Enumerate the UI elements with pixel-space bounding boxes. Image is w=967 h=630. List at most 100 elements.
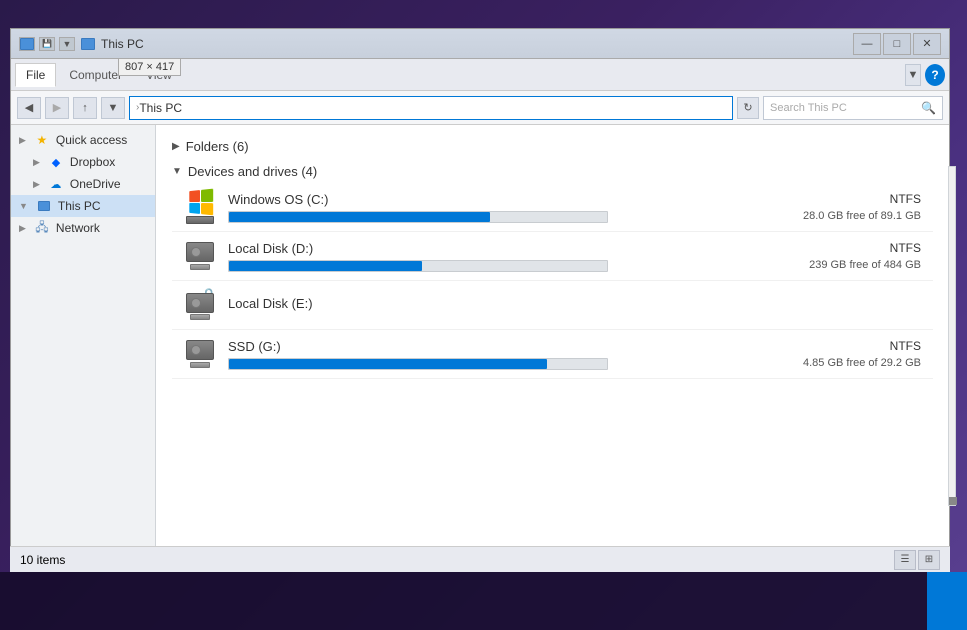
drive-e-name: Local Disk (E:): [228, 296, 749, 311]
search-placeholder: Search This PC: [770, 102, 847, 114]
titlebar-controls: — □ ✕: [853, 33, 941, 55]
drive-g-name: SSD (G:): [228, 339, 749, 354]
drive-e[interactable]: 🔒 Local Disk (E:): [172, 281, 933, 330]
address-bar: ◀ ▶ ↑ ▼ › This PC ↻ Search This PC 🔍: [11, 91, 949, 125]
computer-tab-label: Computer: [69, 68, 122, 82]
drive-d-fill: [229, 261, 422, 271]
dropbox-chevron: ▶: [33, 157, 40, 168]
drive-g-info: SSD (G:): [228, 339, 749, 370]
view-controls: ☰ ⊞: [894, 550, 940, 570]
drive-c-info: Windows OS (C:): [228, 192, 749, 223]
drive-d-details: NTFS 239 GB free of 484 GB: [761, 241, 921, 271]
back-button[interactable]: ◀: [17, 97, 41, 119]
drive-d-progress: [228, 260, 608, 272]
folders-section-header[interactable]: ▶ Folders (6): [172, 133, 933, 158]
drive-g-fill: [229, 359, 547, 369]
tooltip-text: 807 × 417: [125, 61, 174, 73]
main-area: ▶ ★ Quick access ▶ ◆ Dropbox ▶ ☁ OneDriv…: [11, 125, 949, 567]
scrollbar-thumb[interactable]: [949, 497, 957, 505]
network-chevron: ▶: [19, 223, 26, 234]
vertical-scrollbar[interactable]: [948, 166, 956, 506]
sidebar: ▶ ★ Quick access ▶ ◆ Dropbox ▶ ☁ OneDriv…: [11, 125, 156, 567]
address-input[interactable]: › This PC: [129, 96, 733, 120]
pc-icon: [81, 38, 95, 50]
local-disk-e-icon: 🔒: [184, 289, 216, 321]
ribbon-dropdown-btn[interactable]: ▼: [905, 64, 921, 86]
onedrive-icon: ☁: [48, 177, 64, 191]
windows-logo-icon: [189, 189, 213, 216]
drive-d-fs: NTFS: [761, 241, 921, 255]
drive-d[interactable]: Local Disk (D:) NTFS 239 GB free of 484 …: [172, 232, 933, 281]
save-titlebar-icon: 💾: [39, 37, 55, 51]
file-tab-label: File: [26, 68, 45, 82]
minimize-button[interactable]: —: [853, 33, 881, 55]
titlebar: 💾 ▼ This PC — □ ✕: [11, 29, 949, 59]
onedrive-label: OneDrive: [70, 177, 121, 191]
close-button[interactable]: ✕: [913, 33, 941, 55]
quick-access-chevron: ▶: [19, 135, 26, 146]
recent-locations-button[interactable]: ▼: [101, 97, 125, 119]
network-label: Network: [56, 221, 100, 235]
refresh-button[interactable]: ↻: [737, 97, 759, 119]
this-pc-chevron: ▼: [19, 201, 28, 211]
details-view-button[interactable]: ☰: [894, 550, 916, 570]
help-btn[interactable]: ?: [925, 64, 945, 86]
items-count: 10 items: [20, 553, 65, 567]
drive-c[interactable]: Windows OS (C:) NTFS 28.0 GB free of 89.…: [172, 183, 933, 232]
local-disk-d-icon: [184, 240, 216, 272]
drive-c-name: Windows OS (C:): [228, 192, 749, 207]
drive-c-progress: [228, 211, 608, 223]
sidebar-item-quick-access[interactable]: ▶ ★ Quick access: [11, 129, 155, 151]
drive-e-info: Local Disk (E:): [228, 296, 749, 315]
size-tooltip: 807 × 417: [118, 58, 181, 76]
up-button[interactable]: ↑: [73, 97, 97, 119]
drives-chevron-icon: ▼: [172, 166, 182, 177]
this-pc-label: This PC: [58, 199, 101, 213]
content-panel: ▶ Folders (6) ▼ Devices and drives (4): [156, 125, 949, 567]
taskbar: [0, 572, 967, 630]
large-icons-view-button[interactable]: ⊞: [918, 550, 940, 570]
forward-button[interactable]: ▶: [45, 97, 69, 119]
ssd-g-icon: [184, 338, 216, 370]
drive-g-fs: NTFS: [761, 339, 921, 353]
sidebar-item-dropbox[interactable]: ▶ ◆ Dropbox: [11, 151, 155, 173]
this-pc-icon: [36, 199, 52, 213]
sidebar-item-onedrive[interactable]: ▶ ☁ OneDrive: [11, 173, 155, 195]
drive-c-details: NTFS 28.0 GB free of 89.1 GB: [761, 192, 921, 222]
star-icon: ★: [34, 133, 50, 147]
drive-d-space: 239 GB free of 484 GB: [761, 259, 921, 271]
titlebar-title: This PC: [81, 37, 853, 51]
network-icon: 🖧: [34, 221, 50, 235]
explorer-window: 💾 ▼ This PC — □ ✕ File Computer View ▼ ?…: [10, 28, 950, 568]
folders-chevron-icon: ▶: [172, 141, 180, 152]
drive-g-space: 4.85 GB free of 29.2 GB: [761, 357, 921, 369]
quick-access-label: Quick access: [56, 133, 127, 147]
search-icon: 🔍: [921, 101, 936, 115]
drive-g-details: NTFS 4.85 GB free of 29.2 GB: [761, 339, 921, 369]
extra-titlebar-icon: ▼: [59, 37, 75, 51]
onedrive-chevron: ▶: [33, 179, 40, 190]
drive-g[interactable]: SSD (G:) NTFS 4.85 GB free of 29.2 GB: [172, 330, 933, 379]
drives-list: Windows OS (C:) NTFS 28.0 GB free of 89.…: [172, 183, 933, 379]
tab-file[interactable]: File: [15, 63, 56, 87]
sidebar-item-network[interactable]: ▶ 🖧 Network: [11, 217, 155, 239]
dropbox-label: Dropbox: [70, 155, 115, 169]
dropbox-icon: ◆: [48, 155, 64, 169]
drives-section-label: Devices and drives (4): [188, 164, 317, 179]
address-path-text: This PC: [139, 101, 182, 115]
windows-os-icon: [184, 191, 216, 223]
drive-d-name: Local Disk (D:): [228, 241, 749, 256]
window-title-text: This PC: [101, 37, 144, 51]
pc-titlebar-icon: [19, 37, 35, 51]
titlebar-icons: 💾 ▼: [19, 37, 75, 51]
sidebar-item-this-pc[interactable]: ▼ This PC: [11, 195, 155, 217]
drive-g-progress: [228, 358, 608, 370]
search-box[interactable]: Search This PC 🔍: [763, 96, 943, 120]
folders-section-label: Folders (6): [186, 139, 249, 154]
drive-c-fs: NTFS: [761, 192, 921, 206]
drives-section-header[interactable]: ▼ Devices and drives (4): [172, 158, 933, 183]
drive-d-info: Local Disk (D:): [228, 241, 749, 272]
maximize-button[interactable]: □: [883, 33, 911, 55]
taskbar-accent: [927, 572, 967, 630]
statusbar: 10 items ☰ ⊞: [10, 546, 950, 572]
